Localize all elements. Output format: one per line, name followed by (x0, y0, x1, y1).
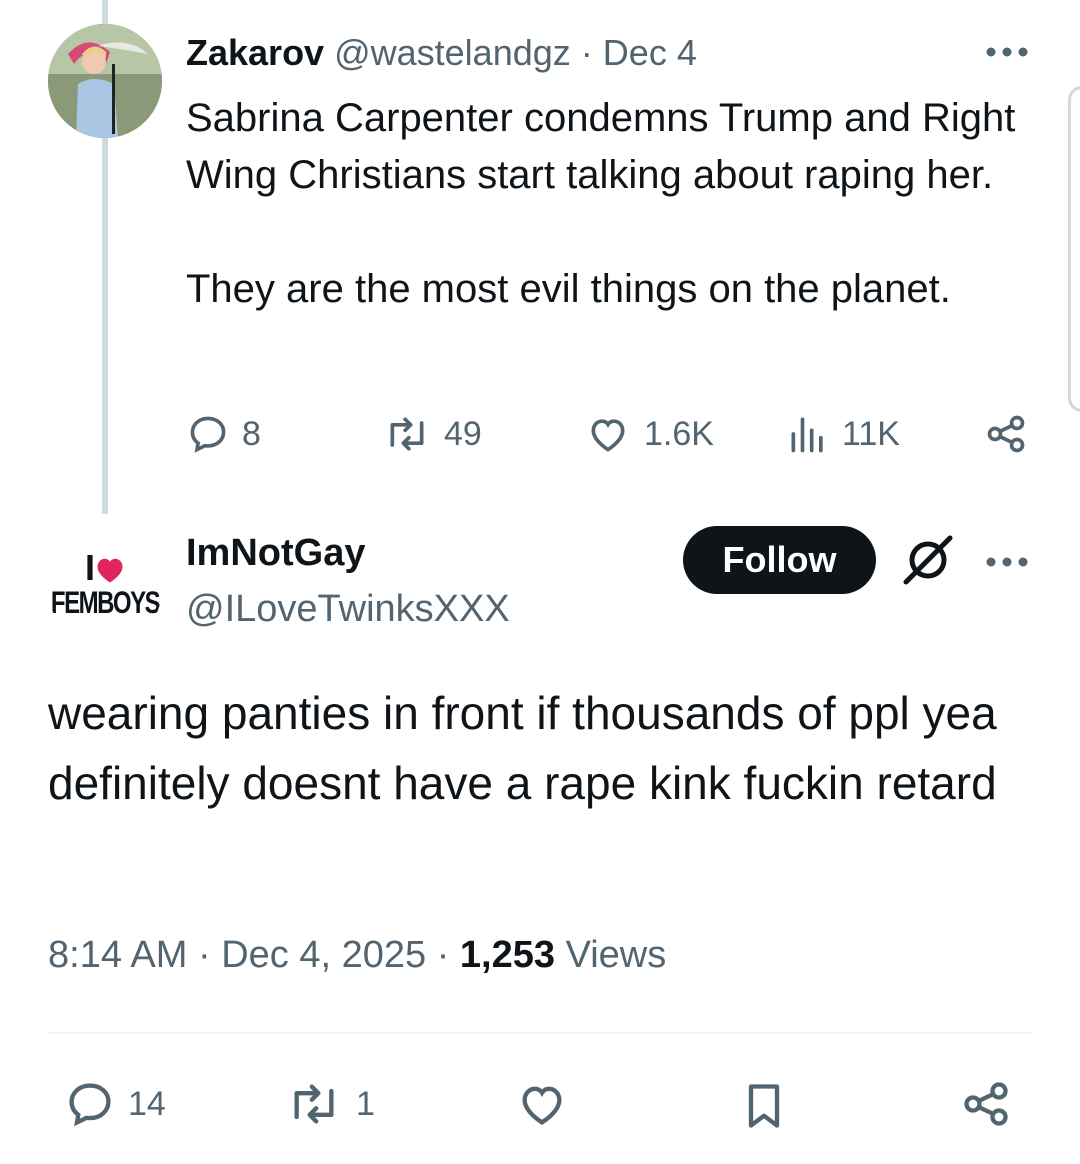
author-name[interactable]: Zakarov (186, 32, 324, 73)
share-button[interactable] (984, 412, 1028, 456)
post-time[interactable]: 8:14 AM (48, 934, 187, 976)
scrollbar[interactable] (1068, 86, 1080, 412)
reply-icon (190, 416, 226, 453)
post-text: wearing panties in front if thousands of… (48, 687, 997, 809)
text-paragraph: Sabrina Carpenter condemns Trump and Rig… (186, 96, 1016, 197)
views-button[interactable]: 11K (786, 412, 900, 456)
text-paragraph: They are the most evil things on the pla… (186, 267, 951, 311)
separator: · (580, 32, 593, 73)
repost-button[interactable]: 1 (284, 1078, 375, 1130)
views-count: 11K (842, 414, 900, 453)
avatar-logo-text: FEMBOYS (50, 585, 161, 621)
reply-context-text: Sabrina Carpenter condemns Trump and Rig… (186, 90, 1046, 318)
share-button[interactable] (960, 1078, 1012, 1130)
heart-icon (591, 419, 625, 452)
bookmark-button[interactable] (738, 1078, 790, 1134)
author-handle[interactable]: @ILoveTwinksXXX (186, 588, 510, 631)
reply-count: 8 (242, 414, 261, 453)
divider (48, 1032, 1032, 1034)
analytics-icon (791, 417, 823, 453)
post-date[interactable]: Dec 4 (603, 32, 697, 73)
separator: · (436, 934, 450, 976)
like-button[interactable] (514, 1078, 570, 1130)
heart-icon (522, 1086, 562, 1125)
reply-button[interactable]: 14 (64, 1078, 166, 1130)
avatar-logo-letter: I (84, 547, 95, 588)
avatar-zakarov[interactable] (48, 24, 162, 138)
post-date[interactable]: Dec 4, 2025 (221, 934, 426, 976)
reply-count: 14 (128, 1084, 166, 1123)
author-handle[interactable]: @wastelandgz (334, 32, 571, 73)
reply-context-actions: 8 49 1.6K 11K (186, 412, 1032, 462)
views-count: 1,253 (459, 934, 555, 976)
follow-button[interactable]: Follow (683, 526, 876, 594)
share-icon (987, 415, 1025, 453)
share-icon (964, 1082, 1008, 1126)
separator: · (197, 934, 211, 976)
bookmark-icon (748, 1084, 780, 1128)
avatar-imnotgay[interactable]: I FEMBOYS (48, 532, 162, 646)
repost-button[interactable]: 49 (382, 412, 482, 456)
avatar-image (48, 24, 162, 138)
post-actions: 14 1 (48, 1074, 1032, 1134)
thread-line (102, 138, 108, 514)
repost-icon (294, 1084, 334, 1124)
grok-icon[interactable] (900, 532, 956, 588)
reply-context-header: Zakarov @wastelandgz · Dec 4 (186, 32, 697, 74)
repost-count: 49 (444, 414, 482, 453)
more-options-icon[interactable] (984, 42, 1030, 62)
heart-filled-icon (97, 558, 123, 583)
like-button[interactable]: 1.6K (584, 412, 714, 456)
thread-line-top (102, 0, 108, 26)
reply-icon (69, 1083, 111, 1127)
avatar-logo: I (48, 550, 162, 586)
author-name[interactable]: ImNotGay (186, 532, 365, 575)
post-meta: 8:14 AM · Dec 4, 2025 · 1,253 Views (48, 934, 666, 977)
more-options-icon[interactable] (984, 552, 1030, 572)
repost-icon (390, 417, 424, 451)
repost-count: 1 (356, 1084, 375, 1123)
like-count: 1.6K (644, 414, 714, 453)
views-label: Views (565, 934, 667, 976)
reply-button[interactable]: 8 (186, 412, 261, 456)
